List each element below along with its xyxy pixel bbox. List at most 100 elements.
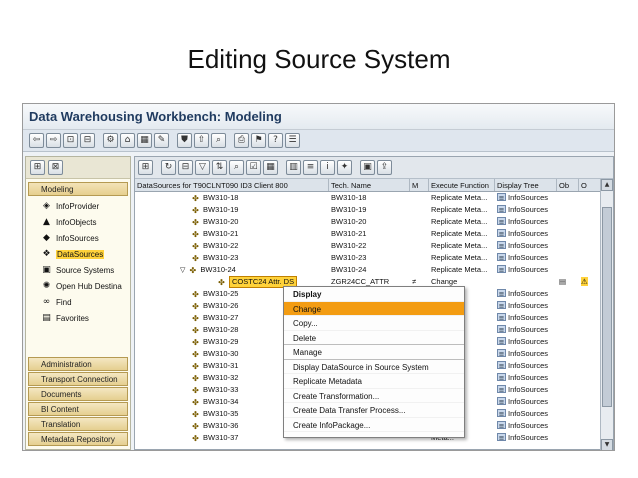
forward-arrow-icon[interactable]: ⇨ xyxy=(46,133,61,148)
nav-button-metadata-repository[interactable]: Metadata Repository xyxy=(28,432,128,446)
row-display-tree[interactable]: ≡ InfoSources xyxy=(495,204,557,216)
nav-button-translation[interactable]: Translation xyxy=(28,417,128,431)
menu-item-display[interactable]: Display xyxy=(284,287,464,302)
table-row[interactable]: ✤ BW310-23 BW310-23 Replicate Meta... ≡ InfoS… xyxy=(135,252,601,264)
refresh-icon[interactable]: ↻ xyxy=(161,160,176,175)
menu-item-create-infopackage[interactable]: Create InfoPackage... xyxy=(284,418,464,432)
row-execute-function[interactable]: Replicate Meta... xyxy=(429,216,495,228)
nav-item-find[interactable]: ∞ Find xyxy=(26,294,130,310)
nav-item-open-hub-destina[interactable]: ✺ Open Hub Destina xyxy=(26,278,130,294)
back-arrow-icon[interactable]: ⇦ xyxy=(29,133,44,148)
row-display-tree[interactable]: ≡ InfoSources xyxy=(495,252,557,264)
bookmark-icon[interactable]: ⚑ xyxy=(251,133,266,148)
nav-item-infoobjects[interactable]: ▲ InfoObjects xyxy=(26,214,130,230)
row-display-tree[interactable]: ≡ InfoSources xyxy=(495,432,557,444)
row-display-tree[interactable]: ≡ InfoSources xyxy=(495,264,557,276)
row-execute-function[interactable]: Replicate Meta... xyxy=(429,240,495,252)
nav-item-infosources[interactable]: ◆ InfoSources xyxy=(26,230,130,246)
object-icon[interactable]: ▤ xyxy=(559,277,566,286)
nav-button-transport-connection[interactable]: Transport Connection xyxy=(28,372,128,386)
nav-button-documents[interactable]: Documents xyxy=(28,387,128,401)
menu-item-create-transformation[interactable]: Create Transformation... xyxy=(284,389,464,403)
settings-icon[interactable]: ☰ xyxy=(285,133,300,148)
menu-item-manage[interactable]: Manage xyxy=(284,345,464,360)
table-row[interactable]: ✤ BW310-20 BW310-20 Replicate Meta... ≡ InfoS… xyxy=(135,216,601,228)
nav-item-favorites[interactable]: ▤ Favorites xyxy=(26,310,130,326)
row-display-tree[interactable]: ≡ InfoSources xyxy=(495,216,557,228)
expand-icon[interactable]: ⊞ xyxy=(138,160,153,175)
transport-icon[interactable]: ⇧ xyxy=(194,133,209,148)
nav-button-bi-content[interactable]: BI Content xyxy=(28,402,128,416)
row-display-tree[interactable]: ≡ InfoSources xyxy=(495,372,557,384)
row-display-tree[interactable]: ≡ InfoSources xyxy=(495,348,557,360)
search-icon[interactable]: ⌕ xyxy=(229,160,244,175)
row-execute-function[interactable]: Replicate Meta... xyxy=(429,252,495,264)
menu-item-replicate-metadata[interactable]: Replicate Metadata xyxy=(284,374,464,389)
row-display-tree[interactable]: ≡ InfoSources xyxy=(495,420,557,432)
menu-item-copy[interactable]: Copy... xyxy=(284,316,464,331)
select-icon[interactable]: ☑ xyxy=(246,160,261,175)
column-icon[interactable]: ▥ xyxy=(286,160,301,175)
print-icon[interactable]: ⎙ xyxy=(234,133,249,148)
row-display-tree[interactable] xyxy=(495,276,557,288)
column-header-m[interactable]: M xyxy=(410,179,429,191)
menu-item-create-data-transfer-process[interactable]: Create Data Transfer Process... xyxy=(284,403,464,418)
nav-button-administration[interactable]: Administration xyxy=(28,357,128,371)
row-display-tree[interactable]: ≡ InfoSources xyxy=(495,240,557,252)
export-icon[interactable]: ⇪ xyxy=(377,160,392,175)
nav-item-infoprovider[interactable]: ◈ InfoProvider xyxy=(26,198,130,214)
nav-item-source-systems[interactable]: ▣ Source Systems xyxy=(26,262,130,278)
properties-icon[interactable]: ≡ xyxy=(303,160,318,175)
row-display-tree[interactable]: ≡ InfoSources xyxy=(495,228,557,240)
modeling-header[interactable]: Modeling xyxy=(28,182,128,196)
table-row[interactable]: ✤ BW310-19 BW310-19 Replicate Meta... ≡ InfoS… xyxy=(135,204,601,216)
find-icon[interactable]: ⌕ xyxy=(211,133,226,148)
column-header-display-tree[interactable]: Display Tree xyxy=(495,179,557,191)
row-display-tree[interactable]: ≡ InfoSources xyxy=(495,288,557,300)
column-header-datasources[interactable]: DataSources for T90CLNT090 ID3 Client 80… xyxy=(135,179,329,191)
status-icon[interactable]: ⚠ xyxy=(581,277,588,286)
scroll-thumb[interactable] xyxy=(602,207,612,407)
row-execute-function[interactable]: Replicate Meta... xyxy=(429,192,495,204)
tree-icon[interactable]: ⊟ xyxy=(178,160,193,175)
help-icon[interactable]: ? xyxy=(268,133,283,148)
row-display-tree[interactable]: ≡ InfoSources xyxy=(495,192,557,204)
column-header-o[interactable]: O xyxy=(579,179,601,191)
menu-item-change[interactable]: Change xyxy=(284,301,464,316)
table-row[interactable]: ✤ BW310-22 BW310-22 Replicate Meta... ≡ InfoS… xyxy=(135,240,601,252)
scroll-up-icon[interactable]: ▲ xyxy=(601,179,613,191)
table-row[interactable]: ✤ BW310-18 BW310-18 Replicate Meta... ≡ InfoS… xyxy=(135,192,601,204)
row-display-tree[interactable]: ≡ InfoSources xyxy=(495,384,557,396)
column-header-tech-name[interactable]: Tech. Name xyxy=(329,179,410,191)
object-icon[interactable]: ⚙ xyxy=(103,133,118,148)
row-execute-function[interactable]: Replicate Meta... xyxy=(429,264,495,276)
row-display-tree[interactable]: ≡ InfoSources xyxy=(495,336,557,348)
display-icon[interactable]: ▦ xyxy=(137,133,152,148)
table-row[interactable]: ▽ ✤ BW310-24 BW310-24 Replicate Meta... ≡ Info… xyxy=(135,264,601,276)
change-icon[interactable]: ✎ xyxy=(154,133,169,148)
row-display-tree[interactable]: ≡ InfoSources xyxy=(495,396,557,408)
info-icon[interactable]: i xyxy=(320,160,335,175)
row-display-tree[interactable]: ≡ InfoSources xyxy=(495,324,557,336)
row-display-tree[interactable]: ≡ InfoSources xyxy=(495,300,557,312)
menu-item-display-datasource-in-source-system[interactable]: Display DataSource in Source System xyxy=(284,360,464,374)
table-icon[interactable]: ⌂ xyxy=(120,133,135,148)
sort-icon[interactable]: ⇅ xyxy=(212,160,227,175)
menu-item-delete[interactable]: Delete xyxy=(284,331,464,345)
row-display-tree[interactable]: ≡ InfoSources xyxy=(495,360,557,372)
table-row[interactable]: ✤ BW310-21 BW310-21 Replicate Meta... ≡ InfoS… xyxy=(135,228,601,240)
pin-icon[interactable]: ✦ xyxy=(337,160,352,175)
filter-icon[interactable]: ▽ xyxy=(195,160,210,175)
tree-icon[interactable]: ⊞ xyxy=(30,160,45,175)
vertical-scrollbar[interactable]: ▲ ▼ xyxy=(600,179,613,450)
scroll-down-icon[interactable]: ▼ xyxy=(601,439,613,450)
expand-toggle-icon[interactable]: ▽ xyxy=(180,264,185,276)
cancel-icon[interactable]: ⊟ xyxy=(80,133,95,148)
row-display-tree[interactable]: ≡ InfoSources xyxy=(495,312,557,324)
row-execute-function[interactable]: Replicate Meta... xyxy=(429,204,495,216)
exit-icon[interactable]: ⊡ xyxy=(63,133,78,148)
layout-icon[interactable]: ▣ xyxy=(360,160,375,175)
display-icon[interactable]: ▦ xyxy=(263,160,278,175)
column-header-ob[interactable]: Ob xyxy=(557,179,579,191)
activate-icon[interactable]: ⛊ xyxy=(177,133,192,148)
